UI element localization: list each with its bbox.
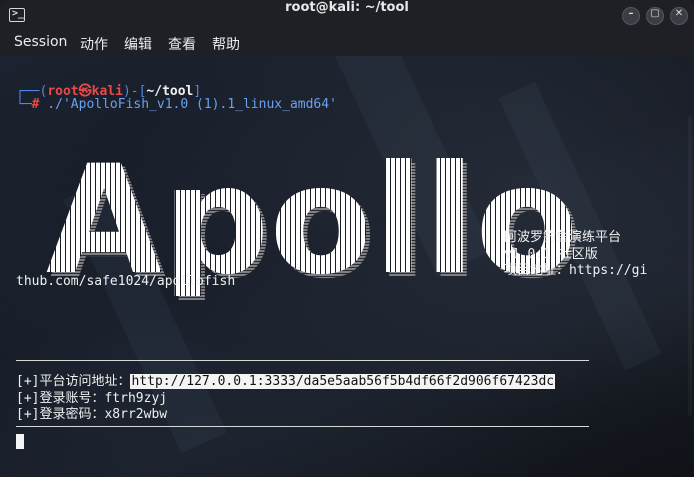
info-project-url: 项目地址：https://gi <box>504 263 648 278</box>
menu-edit[interactable]: 编辑 <box>124 34 152 54</box>
info-project-url-continued: thub.com/safe1024/apollofish <box>16 274 236 289</box>
divider-top <box>16 360 589 361</box>
maximize-icon: ▢ <box>650 8 660 19</box>
terminal-window: >_ root@kali: ~/tool – ▢ ✕ Session 动作 编辑… <box>0 0 694 477</box>
close-button[interactable]: ✕ <box>670 7 688 25</box>
menu-view[interactable]: 查看 <box>168 34 196 54</box>
window-title: root@kali: ~/tool <box>285 0 409 15</box>
prompt-line-2: └─# ./'ApolloFish_v1.0 (1).1_linux_amd64… <box>16 97 337 112</box>
divider-bottom <box>16 426 589 427</box>
scrollbar[interactable] <box>688 116 692 416</box>
minimize-button[interactable]: – <box>622 7 640 25</box>
command-text: ./'ApolloFish_v1.0 (1).1_linux_amd64' <box>39 97 337 112</box>
prompt-corner: └─ <box>16 97 32 112</box>
platform-url-link[interactable]: http://127.0.0.1:3333/da5e5aab56f5b4df66… <box>130 374 556 389</box>
terminal-area[interactable]: ┌──(root㉿kali)-[~/tool] └─# ./'ApolloFis… <box>0 56 694 477</box>
menu-help[interactable]: 帮助 <box>212 34 240 54</box>
close-icon: ✕ <box>674 8 684 19</box>
menu-actions[interactable]: 动作 <box>80 34 108 54</box>
title-bar[interactable]: >_ root@kali: ~/tool – ▢ ✕ <box>0 0 694 32</box>
menu-bar: Session 动作 编辑 查看 帮助 <box>0 32 694 56</box>
terminal-cursor <box>16 434 24 449</box>
minimize-icon: – <box>628 8 634 19</box>
maximize-button[interactable]: ▢ <box>646 7 664 25</box>
password-line: [+]登录密码：x8rr2wbw <box>16 407 168 422</box>
menu-session[interactable]: Session <box>14 34 67 54</box>
